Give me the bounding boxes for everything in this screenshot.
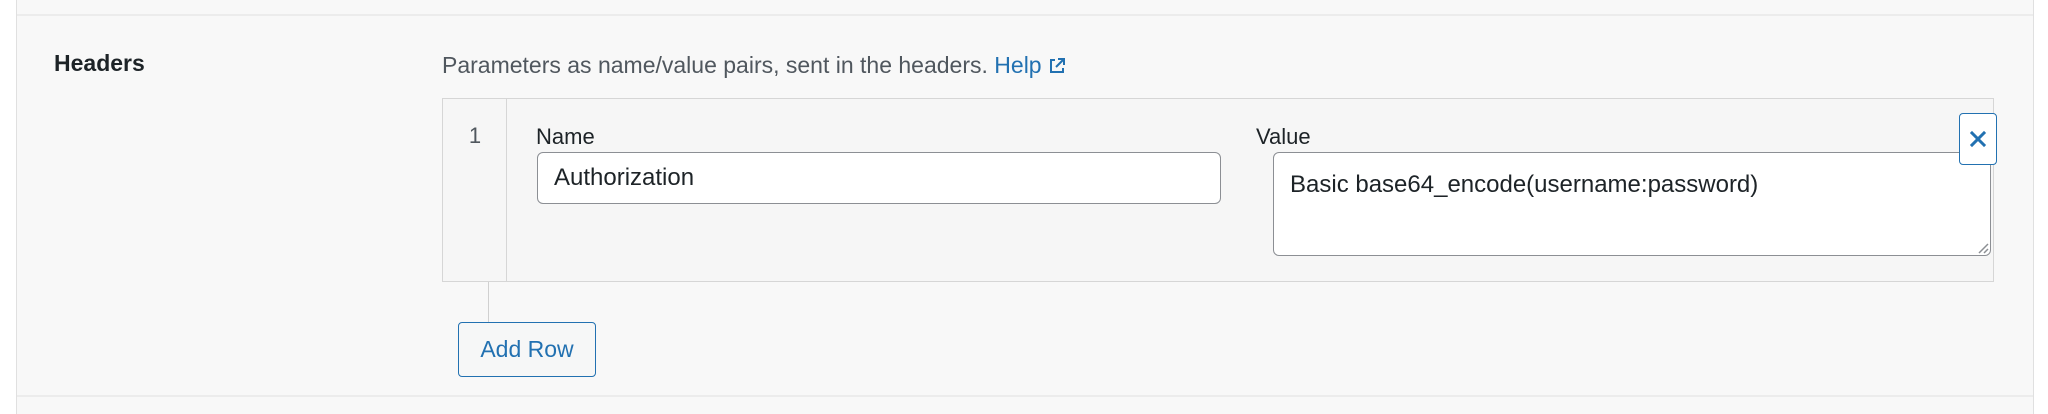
help-link-label: Help xyxy=(994,52,1042,78)
description-text: Parameters as name/value pairs, sent in … xyxy=(442,52,988,78)
value-textarea[interactable]: Basic base64_encode(username:password) xyxy=(1273,152,1991,256)
close-icon xyxy=(1969,130,1987,148)
name-label: Name xyxy=(536,124,595,149)
section-label: Headers xyxy=(54,50,145,76)
remove-row-button[interactable] xyxy=(1959,113,1997,165)
help-link[interactable]: Help xyxy=(994,52,1065,78)
settings-panel: Headers Parameters as name/value pairs, … xyxy=(16,0,2034,414)
resize-grip-icon[interactable] xyxy=(1975,240,1989,254)
add-row-button[interactable]: Add Row xyxy=(458,322,596,377)
row-number: 1 xyxy=(468,123,482,148)
row-handle[interactable]: 1 xyxy=(443,99,507,281)
row-connector xyxy=(488,282,489,322)
value-label: Value xyxy=(1256,124,1311,149)
headers-repeater: 1 Name Value Basic base64_encode(usernam… xyxy=(442,98,1997,282)
section-description: Parameters as name/value pairs, sent in … xyxy=(442,52,1066,81)
bottom-divider xyxy=(17,395,2033,397)
top-divider xyxy=(17,14,2033,16)
name-input[interactable] xyxy=(537,152,1221,204)
external-link-icon xyxy=(1048,54,1066,81)
